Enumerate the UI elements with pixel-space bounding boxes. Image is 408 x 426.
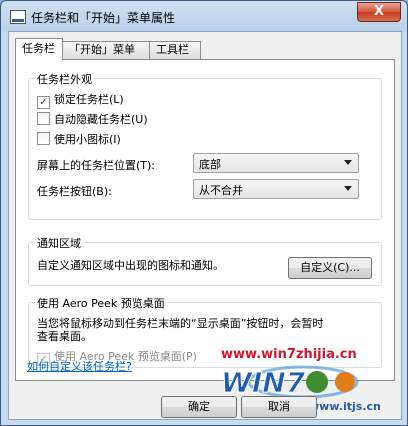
cancel-button[interactable]: 取消 <box>241 396 317 418</box>
autohide-checkbox[interactable] <box>37 112 50 125</box>
autohide-option[interactable]: 自动隐藏任务栏(U) <box>37 111 148 127</box>
taskbar-location-select[interactable]: 底部 <box>193 153 359 173</box>
tab-toolbars[interactable]: 工具栏 <box>149 41 201 59</box>
tab-taskbar[interactable]: 任务栏 <box>15 38 63 60</box>
properties-window: 任务栏和「开始」菜单属性 X 任务栏 「开始」菜单 工具栏 任务栏外观 ✓ 锁定任… <box>0 0 408 426</box>
taskbar-tab-panel: 任务栏外观 ✓ 锁定任务栏(L) 自动隐藏任务栏(U) 使用小图标(I) 屏幕上的… <box>15 59 395 381</box>
autohide-label: 自动隐藏任务栏(U) <box>54 113 148 126</box>
small-icons-option[interactable]: 使用小图标(I) <box>37 131 121 147</box>
svg-text:WIN7: WIN7 <box>221 366 306 399</box>
title-bar[interactable]: 任务栏和「开始」菜单属性 X <box>1 1 407 31</box>
taskbar-buttons-select[interactable]: 从不合并 <box>193 179 359 199</box>
location-label: 屏幕上的任务栏位置(T): <box>37 159 156 172</box>
dialog-body: 任务栏 「开始」菜单 工具栏 任务栏外观 ✓ 锁定任务栏(L) 自动隐藏任务栏(U… <box>8 31 402 420</box>
close-button[interactable]: X <box>357 2 401 22</box>
chevron-down-icon <box>344 186 352 191</box>
taskbar-buttons-value: 从不合并 <box>199 184 243 197</box>
notification-group: 通知区域 自定义通知区域中出现的图标和通知。 自定义(C)... <box>28 235 382 286</box>
buttons-label: 任务栏按钮(B): <box>37 185 112 198</box>
small-icons-checkbox[interactable] <box>37 132 50 145</box>
tab-start-menu[interactable]: 「开始」菜单 <box>62 41 150 59</box>
lock-taskbar-label: 锁定任务栏(L) <box>54 93 124 106</box>
taskbar-app-icon <box>10 10 26 24</box>
lock-taskbar-option[interactable]: ✓ 锁定任务栏(L) <box>37 91 124 109</box>
customize-button[interactable]: 自定义(C)... <box>288 257 372 279</box>
appearance-group-title: 任务栏外观 <box>35 71 94 87</box>
ok-button[interactable]: 确定 <box>161 396 237 418</box>
lock-taskbar-checkbox[interactable]: ✓ <box>37 96 50 109</box>
small-icons-label: 使用小图标(I) <box>54 133 121 146</box>
taskbar-location-value: 底部 <box>199 158 221 171</box>
aero-peek-description-line2: 查看桌面。 <box>37 330 92 343</box>
chevron-down-icon <box>344 160 352 165</box>
aero-peek-group-title: 使用 Aero Peek 预览桌面 <box>35 295 167 311</box>
watermark-site: www.itjs.cn <box>309 400 381 413</box>
appearance-group: 任务栏外观 ✓ 锁定任务栏(L) 自动隐藏任务栏(U) 使用小图标(I) 屏幕上的… <box>28 71 382 220</box>
window-title: 任务栏和「开始」菜单属性 <box>31 11 176 25</box>
notification-description: 自定义通知区域中出现的图标和通知。 <box>37 259 224 272</box>
help-link[interactable]: 如何自定义该任务栏? <box>27 358 132 374</box>
notification-group-title: 通知区域 <box>35 235 83 251</box>
